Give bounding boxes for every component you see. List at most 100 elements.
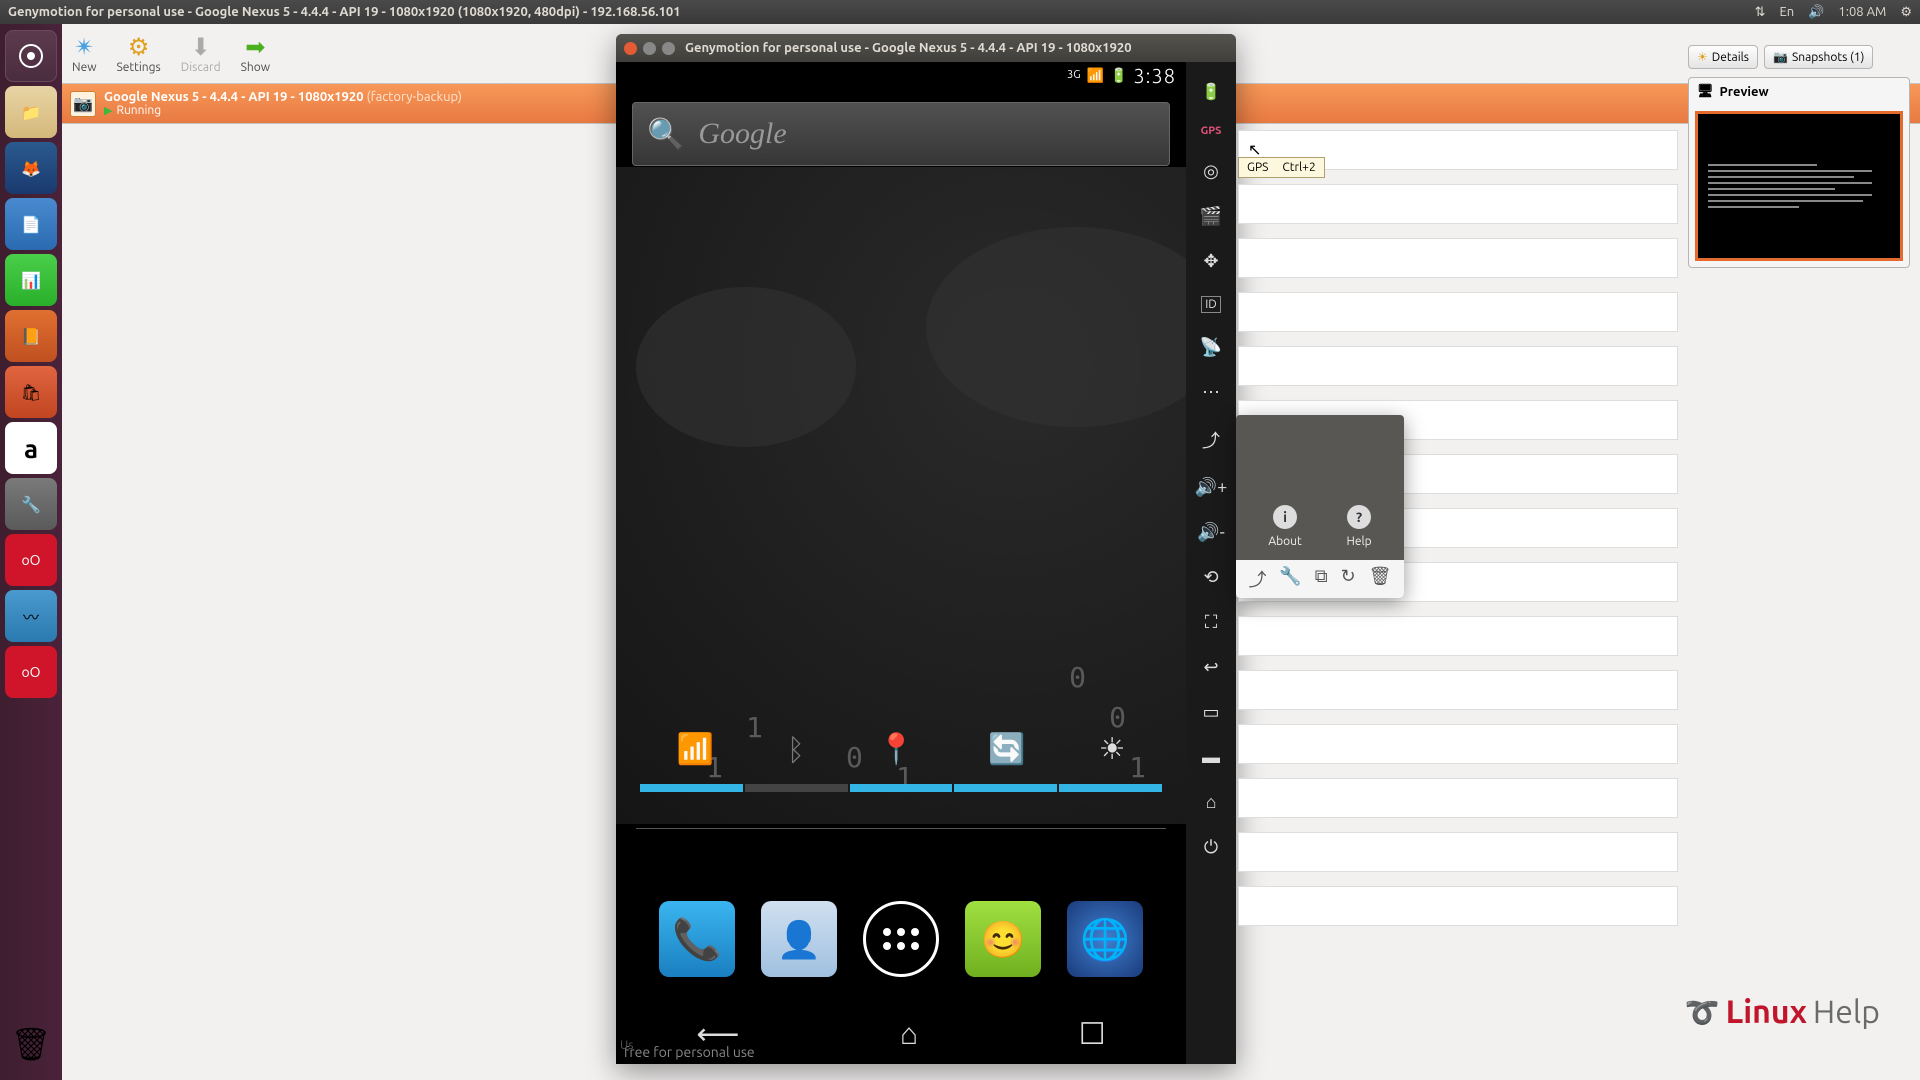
calc-icon[interactable]: 📊 — [5, 254, 57, 306]
search-icon: 🔍 — [647, 116, 684, 152]
network-icon[interactable]: ⇅ — [1755, 5, 1766, 20]
system-settings-icon[interactable]: 🔧 — [5, 478, 57, 530]
android-status-bar[interactable]: 3G 📶 🔋 3:38 — [616, 62, 1186, 88]
share-icon[interactable]: ⤴ — [1248, 566, 1266, 592]
emulator-titlebar[interactable]: Genymotion for personal use - Google Nex… — [616, 34, 1236, 62]
monitor-icon: 🖥 — [1697, 84, 1714, 99]
unity-launcher: 📁 🦊 📄 📊 📙 🛍 a 🔧 oO 〰 oO 🗑 — [0, 24, 62, 1080]
trash-icon[interactable]: 🗑 — [5, 1018, 57, 1070]
power-icon[interactable]: ⏻ — [1204, 837, 1218, 858]
software-center-icon[interactable]: 🛍 — [5, 366, 57, 418]
preview-thumbnail[interactable] — [1695, 111, 1903, 261]
right-panel: ☀Details 📷Snapshots (1) 🖥 Preview — [1688, 45, 1910, 268]
share-widget-icon[interactable]: ⤴ — [1202, 427, 1220, 453]
rotate-icon[interactable]: ⟲ — [1203, 567, 1218, 588]
firefox-icon[interactable]: 🦊 — [5, 142, 57, 194]
free-label: free for personal use — [624, 1044, 755, 1060]
details-button[interactable]: ☀Details — [1688, 45, 1758, 69]
dash-icon[interactable] — [5, 30, 57, 82]
bluetooth-toggle[interactable]: ᛒ — [787, 732, 805, 766]
volume-up-icon[interactable]: 🔊+ — [1195, 477, 1228, 498]
google-search-widget[interactable]: 🔍 Google — [632, 102, 1170, 166]
device-status: Running — [116, 104, 161, 117]
gps-widget-icon[interactable]: GPS — [1201, 125, 1222, 137]
new-button[interactable]: ✴New — [62, 29, 107, 78]
phone-app[interactable]: 📞 — [659, 901, 735, 977]
device-backup: (factory-backup) — [367, 90, 462, 104]
topbar-indicators: ⇅ En 🔊 1:08 AM ⚙ — [1755, 5, 1912, 20]
sound-icon[interactable]: 🔊 — [1808, 5, 1824, 20]
keyboard-lang[interactable]: En — [1780, 5, 1795, 19]
emulator-title: Genymotion for personal use - Google Nex… — [685, 41, 1132, 55]
signal-icon: 📶 — [1087, 67, 1104, 84]
pixel-perfect-icon[interactable]: ⛶ — [1205, 612, 1218, 633]
window-title: Genymotion for personal use - Google Nex… — [8, 5, 1755, 19]
power-control-widget: 📶 ᛒ 📍 🔄 ☀ — [640, 714, 1162, 814]
emulator-sidebar: 🔋 GPS ◎ 🎬 ✥ ID 📡 ⋯ ⤴ 🔊+ 🔊- ⟲ ⛶ ↩ ▭ ▬ ⌂ ⏻ — [1186, 62, 1236, 1064]
messaging-app[interactable]: 😊 — [965, 901, 1041, 977]
settings-button[interactable]: ⚙Settings — [107, 29, 171, 78]
trash-icon[interactable]: 🗑 — [1369, 566, 1392, 592]
camera-widget-icon[interactable]: ◎ — [1203, 161, 1219, 182]
volume-down-icon[interactable]: 🔊- — [1197, 522, 1225, 543]
top-menubar: Genymotion for personal use - Google Nex… — [0, 0, 1920, 24]
home-sb-icon[interactable]: ⌂ — [1206, 792, 1217, 813]
watermark: ➰ LinuxHelp — [1685, 994, 1880, 1030]
network-widget-icon[interactable]: 📡 — [1200, 337, 1222, 358]
gear-icon[interactable]: ⚙ — [1900, 5, 1912, 20]
discard-button: ⬇Discard — [171, 29, 231, 78]
remote-widget-icon[interactable]: ✥ — [1203, 251, 1218, 272]
home-button[interactable]: ⌂ — [900, 1016, 918, 1052]
monitor-icon[interactable]: 〰 — [5, 590, 57, 642]
show-button[interactable]: ➡Show — [231, 29, 280, 78]
contacts-app[interactable]: 👤 — [761, 901, 837, 977]
about-help-panel: iAbout ?Help ⤴ 🔧 ⧉ ↻ 🗑 — [1236, 415, 1404, 598]
impress-icon[interactable]: 📙 — [5, 310, 57, 362]
sync-toggle[interactable]: 🔄 — [988, 731, 1025, 767]
emulator-screen[interactable]: 3G 📶 🔋 3:38 🔍 Google 1 1 0 1 0 1 0 — [616, 62, 1186, 1064]
dock-divider — [636, 828, 1166, 829]
app-drawer[interactable] — [863, 901, 939, 977]
genymotion-icon[interactable]: oO — [5, 534, 57, 586]
signal-label: 3G — [1067, 69, 1081, 81]
maximize-button[interactable] — [662, 42, 675, 55]
battery-icon: 🔋 — [1110, 67, 1127, 84]
recents-button[interactable]: ☐ — [1079, 1016, 1106, 1052]
device-icon: 📷 — [70, 91, 96, 117]
wrench-icon[interactable]: 🔧 — [1279, 566, 1301, 592]
copy-icon[interactable]: ⧉ — [1315, 566, 1328, 592]
device-title: Google Nexus 5 - 4.4.4 - API 19 - 1080x1… — [104, 90, 364, 104]
writer-icon[interactable]: 📄 — [5, 198, 57, 250]
menu-sb-icon[interactable]: ▬ — [1202, 747, 1220, 768]
genymotion-player-icon[interactable]: oO — [5, 646, 57, 698]
location-toggle[interactable]: 📍 — [878, 731, 915, 767]
capture-widget-icon[interactable]: 🎬 — [1200, 206, 1222, 227]
cursor: ↖ — [1248, 140, 1261, 159]
android-clock: 3:38 — [1133, 64, 1176, 87]
wifi-toggle[interactable]: 📶 — [677, 731, 714, 767]
google-placeholder: Google — [698, 117, 786, 151]
phone-widget-icon[interactable]: ⋯ — [1202, 382, 1220, 403]
help-button[interactable]: ?Help — [1346, 505, 1371, 548]
popup-toolbar: ⤴ 🔧 ⧉ ↻ 🗑 — [1236, 560, 1404, 598]
close-button[interactable] — [624, 42, 637, 55]
browser-app[interactable]: 🌐 — [1067, 901, 1143, 977]
back-sb-icon[interactable]: ↩ — [1203, 657, 1218, 678]
preview-label: Preview — [1720, 85, 1769, 99]
tooltip-shortcut: Ctrl+2 — [1282, 161, 1315, 174]
minimize-button[interactable] — [643, 42, 656, 55]
about-button[interactable]: iAbout — [1268, 505, 1301, 548]
files-icon[interactable]: 📁 — [5, 86, 57, 138]
id-widget-icon[interactable]: ID — [1201, 296, 1221, 313]
brightness-toggle[interactable]: ☀ — [1099, 731, 1126, 767]
tooltip-label: GPS — [1247, 161, 1268, 174]
emulator-window: Genymotion for personal use - Google Nex… — [616, 34, 1236, 1064]
device-text: Google Nexus 5 - 4.4.4 - API 19 - 1080x1… — [104, 90, 462, 117]
snapshots-button[interactable]: 📷Snapshots (1) — [1764, 45, 1873, 69]
dock: 📞 👤 😊 🌐 — [616, 889, 1186, 989]
clock[interactable]: 1:08 AM — [1838, 5, 1886, 19]
battery-widget-icon[interactable]: 🔋 — [1201, 82, 1221, 101]
refresh-icon[interactable]: ↻ — [1341, 566, 1356, 592]
amazon-icon[interactable]: a — [5, 422, 57, 474]
recent-sb-icon[interactable]: ▭ — [1202, 702, 1219, 723]
